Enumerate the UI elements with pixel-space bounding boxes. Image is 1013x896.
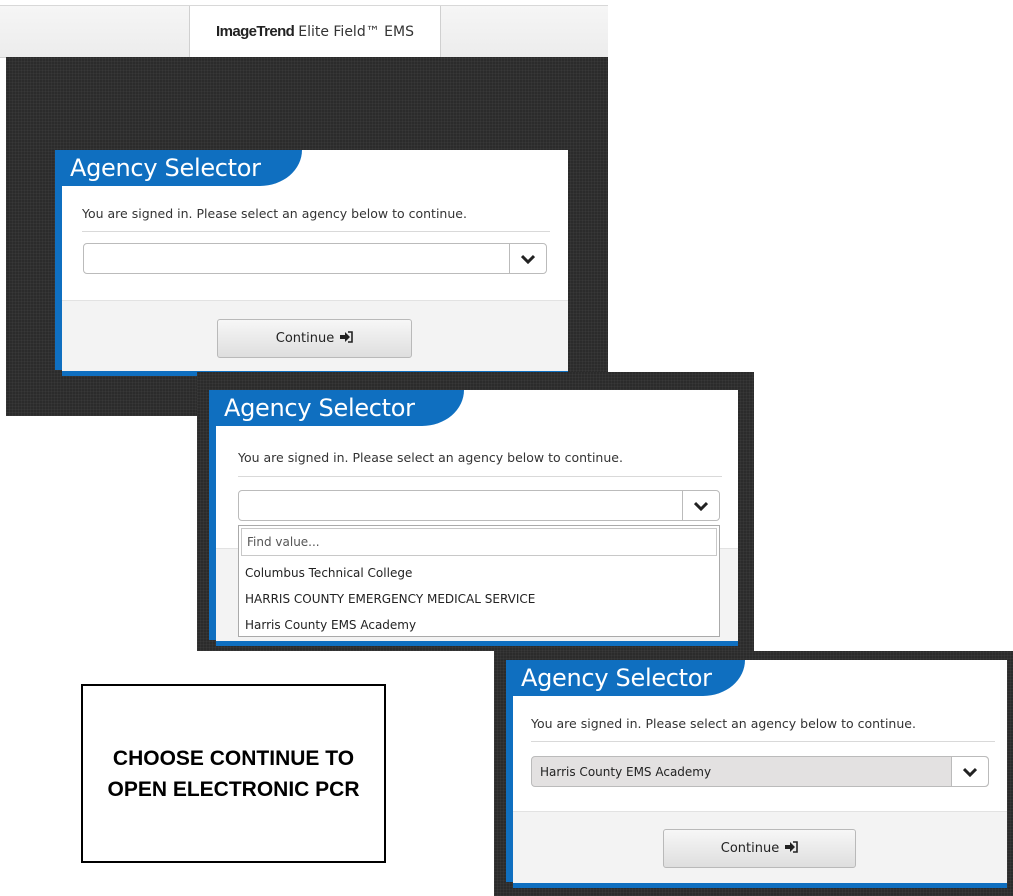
- chevron-down-icon[interactable]: [951, 757, 988, 786]
- continue-label: Continue: [720, 841, 780, 856]
- continue-label: Continue: [275, 331, 335, 346]
- agency-selector-card-selected: Agency Selector You are signed in. Pleas…: [513, 660, 1007, 883]
- divider: [238, 476, 722, 477]
- app-header: ImageTrend Elite Field™ EMS: [0, 5, 608, 58]
- continue-button[interactable]: Continue: [663, 829, 856, 868]
- agency-select[interactable]: Harris County EMS Academy: [531, 756, 989, 787]
- agency-select[interactable]: [83, 243, 547, 274]
- find-value-input[interactable]: Find value...: [241, 528, 717, 556]
- brand-logo: ImageTrend: [216, 23, 295, 40]
- continue-button[interactable]: Continue: [217, 319, 412, 358]
- brand-name: Elite Field™ EMS: [298, 23, 414, 40]
- agency-dropdown: Find value... Columbus Technical College…: [238, 525, 720, 637]
- agency-select-value: Harris County EMS Academy: [540, 765, 712, 779]
- card-title: Agency Selector: [216, 390, 464, 426]
- signed-in-message: You are signed in. Please select an agen…: [531, 716, 916, 731]
- agency-selector-card: Agency Selector You are signed in. Pleas…: [62, 150, 568, 371]
- instruction-callout: CHOOSE CONTINUE TO OPEN ELECTRONIC PCR: [81, 684, 386, 863]
- card-title: Agency Selector: [62, 150, 302, 186]
- brand: ImageTrend Elite Field™ EMS: [189, 6, 441, 57]
- divider: [82, 231, 550, 232]
- sign-in-icon: [340, 330, 354, 347]
- agency-option[interactable]: Harris County EMS Academy: [245, 618, 416, 632]
- agency-option[interactable]: HARRIS COUNTY EMERGENCY MEDICAL SERVICE: [245, 592, 535, 606]
- signed-in-message: You are signed in. Please select an agen…: [238, 450, 623, 465]
- signed-in-message: You are signed in. Please select an agen…: [82, 206, 467, 221]
- chevron-down-icon[interactable]: [509, 244, 546, 273]
- sign-in-icon: [785, 840, 799, 857]
- card-title: Agency Selector: [513, 660, 745, 696]
- chevron-down-icon[interactable]: [682, 491, 719, 520]
- agency-select[interactable]: [238, 490, 720, 521]
- divider: [531, 741, 995, 742]
- agency-option[interactable]: Columbus Technical College: [245, 566, 412, 580]
